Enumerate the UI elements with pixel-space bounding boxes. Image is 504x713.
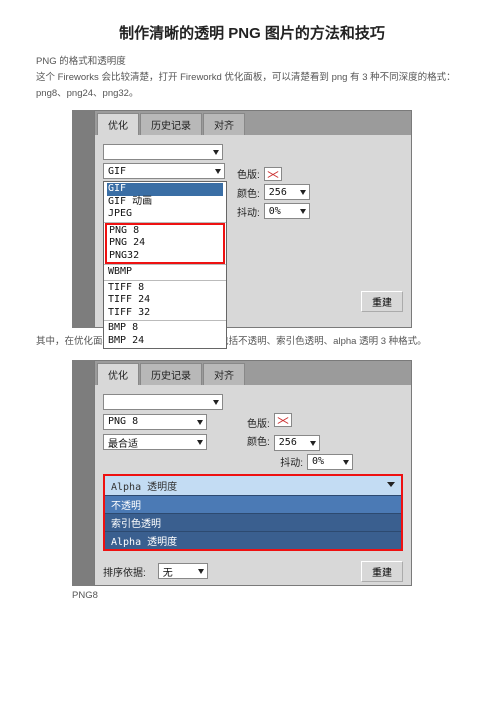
palette-label: 色版: (237, 166, 260, 181)
sort-label: 排序依据: (103, 564, 146, 579)
list-item[interactable]: TIFF 8 (107, 282, 223, 295)
rebuild-button[interactable]: 重建 (361, 561, 403, 582)
tab-history[interactable]: 历史记录 (140, 363, 202, 385)
tab-align[interactable]: 对齐 (203, 113, 245, 135)
palette-swatch[interactable] (274, 413, 292, 427)
list-item[interactable]: TIFF 32 (107, 307, 223, 320)
preset-dropdown[interactable] (103, 144, 223, 160)
list-item[interactable]: JPEG (107, 208, 223, 221)
alpha-option[interactable]: 索引色透明 (105, 513, 401, 531)
section-heading: PNG 的格式和透明度 (36, 53, 468, 67)
sort-dropdown[interactable]: 无 (158, 563, 208, 579)
list-item[interactable]: PNG 24 (108, 237, 222, 250)
list-item[interactable]: BMP 24 (107, 335, 223, 348)
tab-align[interactable]: 对齐 (203, 363, 245, 385)
dither-label: 抖动: (280, 454, 303, 469)
format-dropdown[interactable]: GIF (103, 163, 225, 179)
fit-dropdown[interactable]: 最合适 (103, 434, 207, 450)
colors-label: 颜色: (247, 437, 270, 448)
dither-dropdown[interactable]: 0% (307, 454, 353, 470)
dither-dropdown[interactable]: 0% (264, 203, 310, 219)
colors-dropdown[interactable]: 256 (264, 184, 310, 200)
list-item[interactable]: GIF (107, 183, 223, 196)
screenshot-optimize-panel-formats: 优化 历史记录 对齐 GIF GIF GIF 动画 (72, 110, 468, 328)
alpha-option[interactable]: Alpha 透明度 (105, 531, 401, 549)
list-item[interactable]: TIFF 24 (107, 294, 223, 307)
preset-dropdown[interactable] (103, 394, 223, 410)
alpha-option[interactable]: 不透明 (105, 495, 401, 513)
colors-label: 颜色: (237, 185, 260, 200)
list-item[interactable]: WBMP (107, 266, 223, 279)
tab-optimize[interactable]: 优化 (97, 363, 139, 385)
colors-dropdown[interactable]: 256 (274, 435, 320, 451)
list-item[interactable]: PNG32 (108, 250, 222, 263)
alpha-transparency-dropdown[interactable]: Alpha 透明度 不透明 索引色透明 Alpha 透明度 (103, 474, 403, 551)
format-listbox[interactable]: GIF GIF 动画 JPEG PNG 8 PNG 24 PNG32 (103, 181, 227, 349)
tab-history[interactable]: 历史记录 (140, 113, 202, 135)
list-item[interactable]: BMP 8 (107, 322, 223, 335)
format-dropdown[interactable]: PNG 8 (103, 414, 207, 430)
intro-paragraph: 这个 Fireworks 会比较清楚，打开 Fireworkd 优化面板，可以清… (36, 70, 468, 102)
dither-label: 抖动: (237, 204, 260, 219)
screenshot-optimize-panel-alpha: 优化 历史记录 对齐 PNG 8 色版: 最合适 颜色:256 抖动:0 (72, 360, 468, 586)
palette-swatch[interactable] (264, 167, 282, 181)
palette-label: 色版: (247, 419, 270, 430)
list-item[interactable]: PNG 8 (108, 225, 222, 238)
alpha-selected[interactable]: Alpha 透明度 (105, 476, 401, 495)
page-title: 制作清晰的透明 PNG 图片的方法和技巧 (36, 22, 468, 43)
footer-label: PNG8 (72, 590, 468, 601)
tab-optimize[interactable]: 优化 (97, 113, 139, 135)
rebuild-button[interactable]: 重建 (361, 291, 403, 312)
list-item[interactable]: GIF 动画 (107, 196, 223, 209)
